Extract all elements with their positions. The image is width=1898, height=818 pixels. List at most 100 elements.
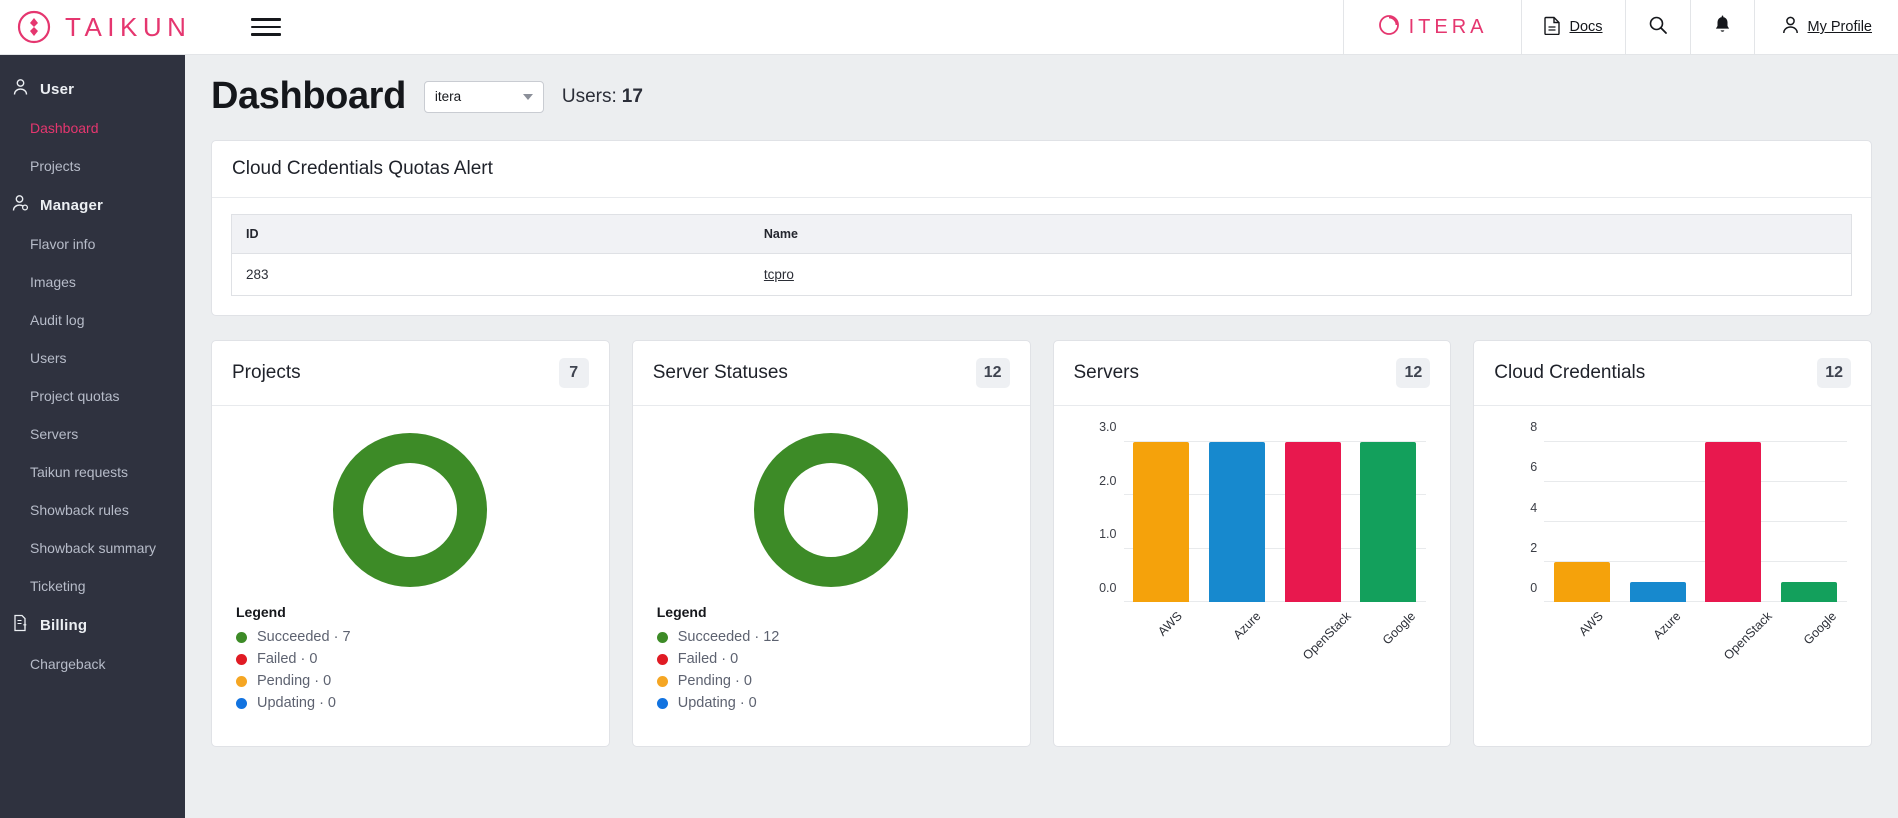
cloud-credentials-count-badge: 12 (1817, 358, 1851, 388)
sidebar-item-chargeback[interactable]: Chargeback (0, 645, 185, 683)
bars-container (1124, 442, 1427, 602)
pending-color-dot-icon (656, 675, 668, 687)
legend-label: Pending · 0 (257, 673, 332, 689)
notifications-button[interactable] (1689, 0, 1754, 55)
servers-count-badge: 12 (1396, 358, 1431, 388)
search-button[interactable] (1624, 0, 1690, 55)
sidebar-item-project-quotas[interactable]: Project quotas (0, 377, 185, 415)
column-header-id: ID (231, 214, 750, 254)
plot-area: 0.0 1.0 2.0 3.0 (1099, 420, 1427, 602)
my-profile-link[interactable]: My Profile (1753, 0, 1898, 55)
failed-color-dot-icon (656, 653, 668, 665)
sidebar-item-flavor-info[interactable]: Flavor info (0, 225, 185, 263)
bar-aws[interactable] (1554, 562, 1611, 602)
x-axis-tick-label: Google (1800, 609, 1840, 648)
main-content: Dashboard itera Users: 17 Cloud Credentia… (185, 55, 1898, 818)
sidebar-item-servers[interactable]: Servers (0, 415, 185, 453)
brand-logo[interactable]: TAIKUN (0, 9, 191, 45)
bar-slot (1199, 442, 1275, 602)
servers-card: Servers 12 0.0 1.0 2.0 3.0 AWS Azure OpenStack… (1052, 340, 1452, 747)
servers-chart-body: 0.0 1.0 2.0 3.0 AWS Azure OpenStack Google (1054, 406, 1451, 746)
sidebar-item-dashboard[interactable]: Dashboard (0, 109, 185, 147)
bar-slot (1771, 442, 1847, 602)
person-gear-icon (12, 194, 29, 216)
server-statuses-count-badge: 12 (975, 358, 1010, 388)
servers-card-title: Servers (1073, 362, 1139, 383)
projects-donut-chart (232, 424, 589, 590)
search-icon (1648, 15, 1668, 39)
y-axis-tick-label: 0 (1530, 581, 1538, 595)
server-statuses-card-header: Server Statuses 12 (632, 341, 1030, 406)
users-count-value: 17 (621, 85, 643, 107)
bar-azure[interactable] (1209, 442, 1266, 602)
legend-label: Succeeded · 12 (677, 629, 780, 645)
bar-openstack[interactable] (1705, 442, 1762, 602)
y-axis-tick-label: 4 (1530, 500, 1538, 515)
sidebar-item-projects[interactable]: Projects (0, 147, 185, 185)
legend-item-succeeded: Succeeded · 7 (236, 629, 589, 645)
y-axis-tick-label: 2.0 (1099, 473, 1117, 488)
y-axis-tick-label: 1.0 (1099, 527, 1117, 542)
legend-label: Updating · 0 (677, 695, 757, 711)
bar-aws[interactable] (1133, 442, 1190, 602)
sidebar-item-taikun-requests[interactable]: Taikun requests (0, 453, 185, 491)
my-profile-label: My Profile (1807, 19, 1872, 35)
column-header-name: Name (749, 214, 1852, 254)
sidebar: User Dashboard Projects Manager Flavor i… (0, 55, 185, 818)
users-label: Users: (561, 85, 617, 107)
table-row[interactable]: 283 tcpro (232, 254, 1852, 296)
legend-label: Failed · 0 (257, 651, 318, 667)
legend-label: Failed · 0 (677, 651, 739, 667)
docs-link[interactable]: Docs (1521, 0, 1624, 55)
sidebar-item-users[interactable]: Users (0, 339, 185, 377)
y-axis-tick-label: 2 (1530, 540, 1538, 555)
legend-item-succeeded: Succeeded · 12 (656, 629, 1010, 645)
organization-select[interactable]: itera (423, 80, 544, 113)
x-label-slot: AWS (1544, 602, 1620, 672)
bar-slot (1696, 442, 1772, 602)
server-statuses-donut-chart (653, 424, 1010, 590)
legend-label: Succeeded · 7 (257, 629, 351, 645)
projects-card-header: Projects 7 (212, 341, 609, 406)
bar-azure[interactable] (1629, 582, 1686, 602)
sidebar-item-ticketing[interactable]: Ticketing (0, 567, 185, 605)
server-statuses-card-title: Server Statuses (652, 362, 788, 383)
bar-slot (1544, 442, 1620, 602)
legend-item-failed: Failed · 0 (656, 651, 1010, 667)
brand-name: TAIKUN (65, 11, 192, 42)
cell-name: tcpro (750, 254, 1852, 296)
quotas-alert-table: ID Name 283 tcpro (231, 214, 1852, 296)
legend-item-failed: Failed · 0 (236, 651, 589, 667)
alert-card-header: Cloud Credentials Quotas Alert (212, 141, 1871, 198)
sidebar-group-label: Manager (40, 196, 104, 214)
sidebar-item-showback-rules[interactable]: Showback rules (0, 491, 185, 529)
sidebar-group-billing[interactable]: Billing (0, 605, 185, 645)
sidebar-item-images[interactable]: Images (0, 263, 185, 301)
sidebar-group-user[interactable]: User (0, 69, 185, 109)
updating-color-dot-icon (656, 697, 668, 709)
sidebar-group-label: Billing (40, 616, 88, 634)
docs-label: Docs (1569, 19, 1603, 35)
org-logo-text: ITERA (1408, 15, 1488, 38)
legend-item-updating: Updating · 0 (236, 695, 589, 711)
sidebar-group-manager[interactable]: Manager (0, 185, 185, 225)
bar-slot (1620, 442, 1696, 602)
person-icon (12, 78, 29, 100)
x-axis-labels: AWS Azure OpenStack Google (1544, 602, 1847, 672)
bar-google[interactable] (1781, 582, 1838, 602)
bar-openstack[interactable] (1284, 442, 1341, 602)
x-axis-labels: AWS Azure OpenStack Google (1124, 602, 1427, 672)
sidebar-item-audit-log[interactable]: Audit log (0, 301, 185, 339)
sidebar-item-showback-summary[interactable]: Showback summary (0, 529, 185, 567)
table-header-row: ID Name (231, 214, 1852, 254)
updating-color-dot-icon (236, 697, 247, 709)
projects-card: Projects 7 Legend Succeeded · 7 Failed ·… (211, 340, 610, 747)
credential-name-link[interactable]: tcpro (764, 267, 794, 282)
alert-card-title: Cloud Credentials Quotas Alert (232, 158, 493, 179)
bar-google[interactable] (1360, 442, 1417, 602)
cloud-credentials-card: Cloud Credentials 12 0 2 4 6 8 AWS Azure OpenSt… (1473, 340, 1872, 747)
hamburger-menu-icon[interactable] (251, 15, 282, 39)
cloud-credentials-quotas-alert-card: Cloud Credentials Quotas Alert ID Name 2… (211, 140, 1872, 316)
bar-slot (1124, 442, 1200, 602)
cell-id: 283 (246, 267, 269, 282)
